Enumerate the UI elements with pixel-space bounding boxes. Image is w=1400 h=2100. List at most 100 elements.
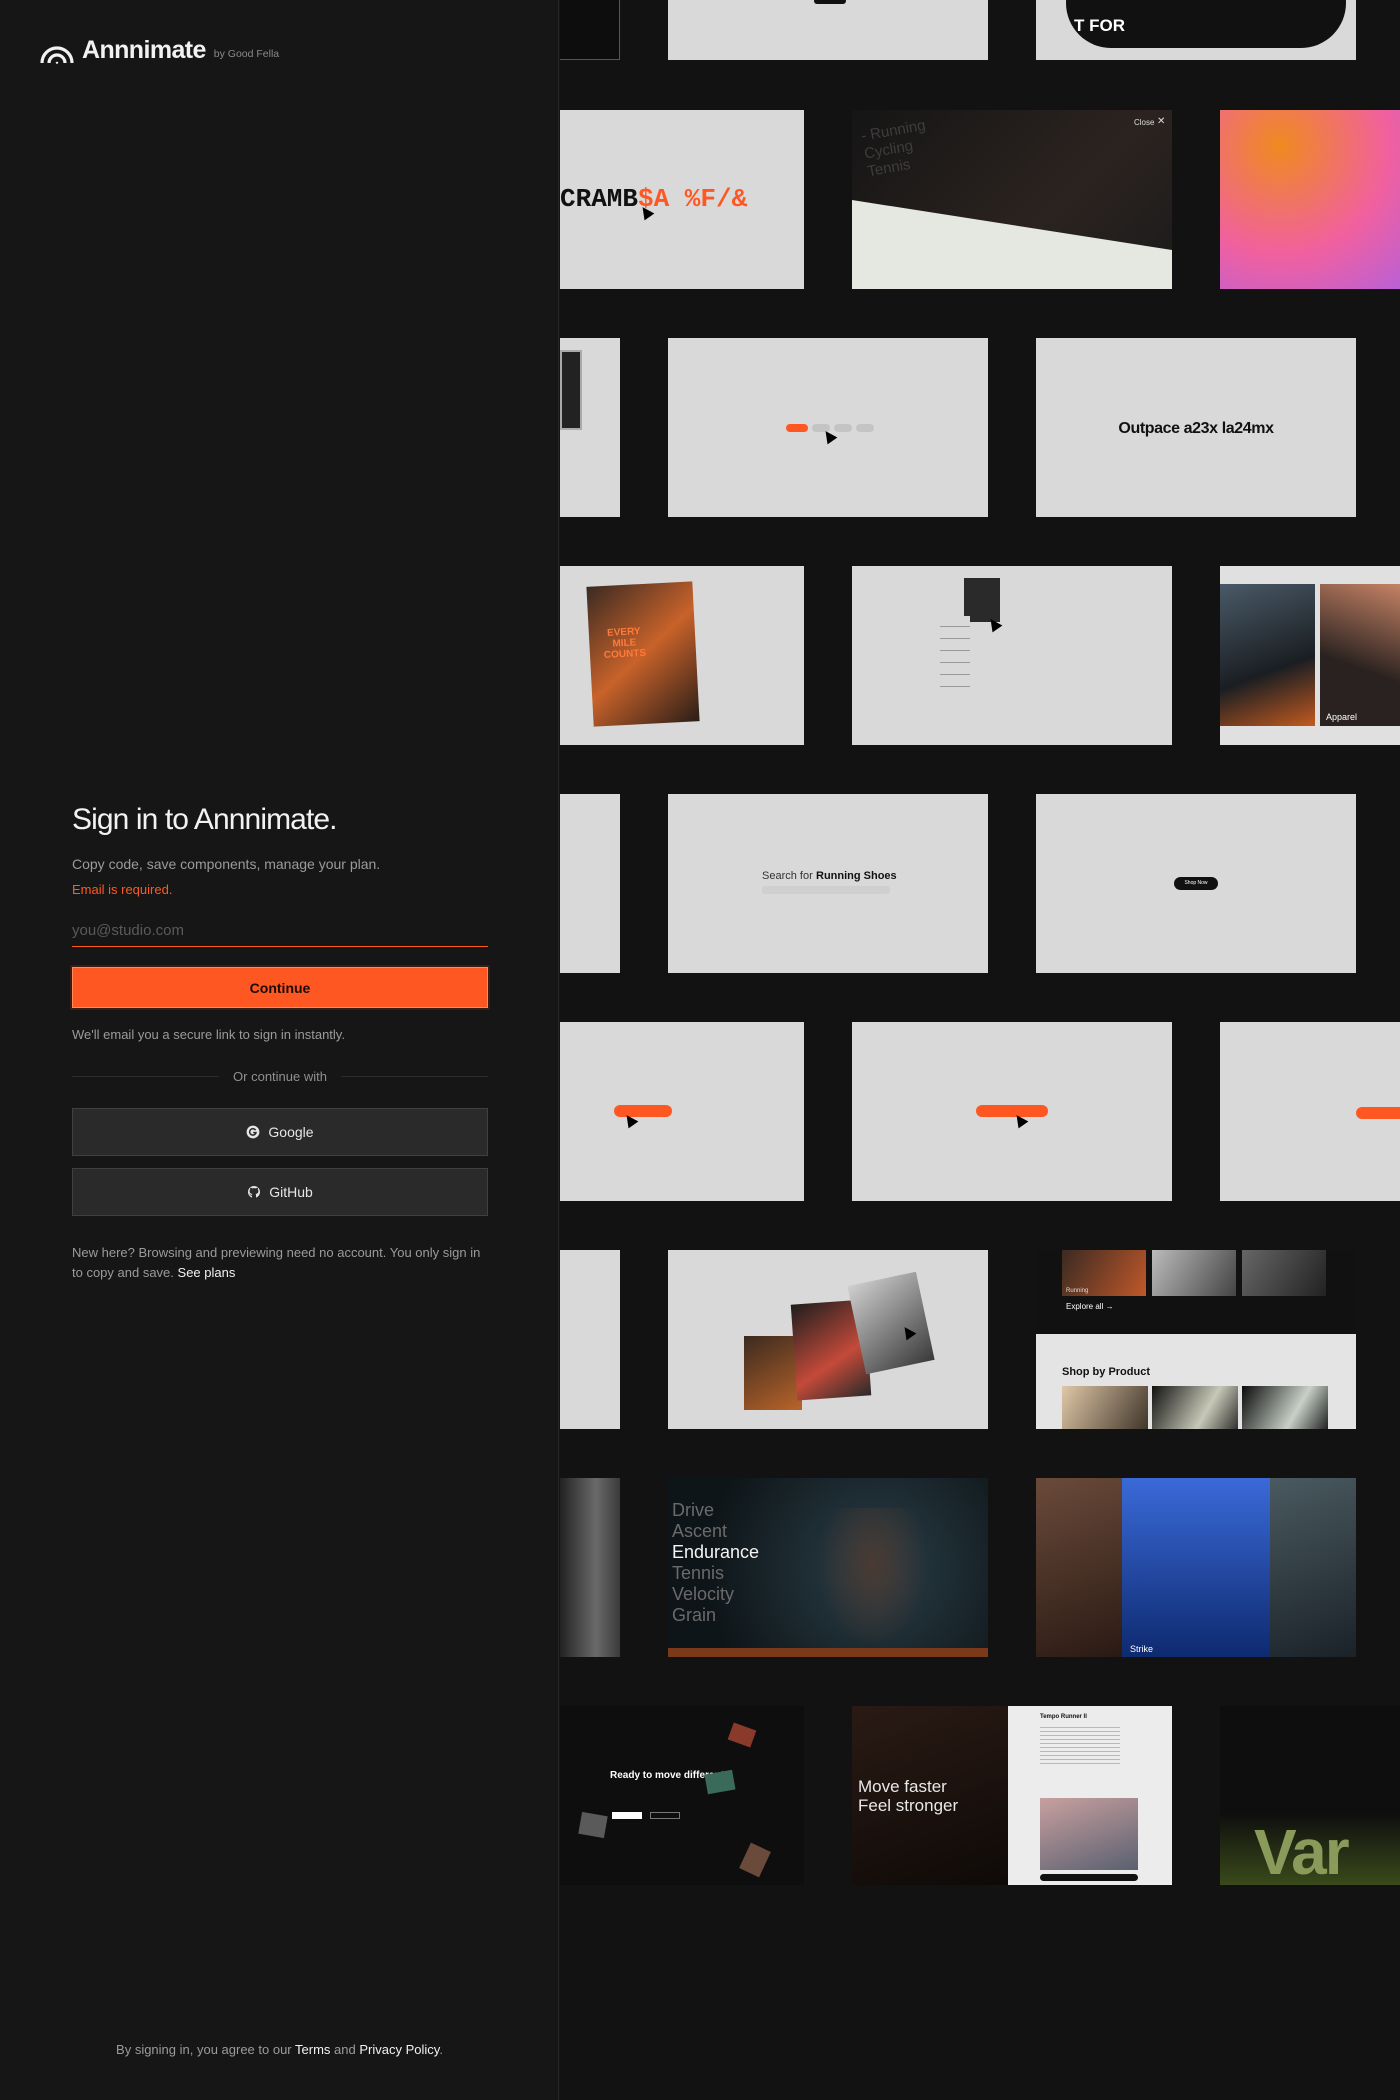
legal-footer: By signing in, you agree to our Terms an…: [0, 2042, 559, 2057]
divider: Or continue with: [72, 1069, 488, 1084]
gallery-tile[interactable]: [560, 1478, 620, 1657]
new-here-note: New here? Browsing and previewing need n…: [72, 1243, 488, 1283]
page-title: Sign in to Annnimate.: [72, 803, 338, 836]
gallery-tile[interactable]: [560, 1022, 804, 1201]
word-item: Ascent: [672, 1521, 728, 1541]
privacy-link[interactable]: Privacy Policy: [359, 2042, 439, 2057]
gallery-tile[interactable]: [1220, 110, 1400, 289]
word-item-active: Endurance: [672, 1542, 760, 1562]
gallery-tile[interactable]: Search for Running Shoes: [668, 794, 988, 973]
list-lines: [940, 616, 970, 696]
image-panel: [1270, 1478, 1356, 1657]
gallery-tile[interactable]: Var: [1220, 1706, 1400, 1885]
image-card: [1062, 1386, 1148, 1429]
signin-panel: Annnimate by Good Fella Sign in to Annni…: [0, 0, 559, 2100]
gallery-tile[interactable]: [668, 338, 988, 517]
apparel-label: Apparel: [1326, 712, 1358, 722]
menu-list: - Running Cycling Tennis: [852, 110, 1012, 210]
magic-link-hint: We'll email you a secure link to sign in…: [72, 1027, 345, 1042]
outpace-text: Outpace a23x la24mx: [1118, 420, 1274, 437]
google-button[interactable]: Google: [72, 1108, 488, 1156]
gallery-tile[interactable]: Ready to move different?: [560, 1706, 804, 1885]
gallery-tile[interactable]: T FOR: [1036, 0, 1356, 60]
image-card: [1242, 1386, 1328, 1429]
mega-menu: Running Explore all →: [1036, 1250, 1356, 1334]
var-text: Var: [1254, 1816, 1350, 1885]
gallery-tile[interactable]: Running Explore all → Shop by Product: [1036, 1250, 1356, 1429]
divider-line: [340, 1076, 488, 1077]
github-label: GitHub: [269, 1184, 313, 1200]
fill-button: [1356, 1107, 1400, 1119]
tab-pill: [834, 424, 852, 432]
google-icon: [247, 1125, 260, 1139]
brand-byline: by Good Fella: [213, 48, 280, 60]
component-gallery: T FOR CRAMB $A %F/& - Running Cycling Te…: [560, 0, 1400, 2100]
product-text-lines: [1040, 1724, 1120, 1764]
fill-button: [976, 1105, 1048, 1117]
continue-button[interactable]: Continue: [72, 967, 488, 1008]
terms-link[interactable]: Terms: [295, 2042, 330, 2057]
image-card: Apparel: [1320, 584, 1400, 726]
github-button[interactable]: GitHub: [72, 1168, 488, 1216]
legal-prefix: By signing in, you agree to our: [116, 2042, 292, 2057]
email-error: Email is required.: [72, 882, 173, 897]
product-image: [1040, 1798, 1138, 1870]
email-field[interactable]: [72, 915, 488, 947]
gallery-tile[interactable]: - Running Cycling Tennis Close ✕: [852, 110, 1172, 289]
floating-image: [739, 1842, 771, 1878]
image-card: [1242, 1250, 1326, 1296]
new-here-text: New here? Browsing and previewing need n…: [72, 1245, 481, 1280]
close-icon: ✕: [1157, 116, 1166, 127]
gallery-tile[interactable]: [668, 0, 988, 60]
github-icon: [248, 1186, 261, 1198]
sheet-panel: [852, 200, 1172, 289]
gallery-tile[interactable]: [560, 0, 620, 60]
word-item: Drive: [672, 1500, 715, 1520]
gallery-tile[interactable]: [852, 1022, 1172, 1201]
search-term: Running Shoes: [816, 870, 897, 882]
image-card: [560, 350, 582, 430]
gallery-tile[interactable]: [852, 566, 1172, 745]
gallery-tile[interactable]: EVERY MILE COUNTS: [560, 566, 804, 745]
word-list: Drive Ascent Endurance Tennis Velocity G…: [672, 1500, 759, 1626]
brand: Annnimate by Good Fella: [40, 36, 279, 64]
image-card: [1220, 584, 1315, 726]
gallery-tile[interactable]: [560, 1250, 620, 1429]
gallery-tile[interactable]: [668, 1250, 988, 1429]
poster-card: EVERY MILE COUNTS: [586, 581, 700, 727]
shop-now-button: Shop Now: [1174, 877, 1218, 890]
scramble-text: CRAMB: [560, 184, 639, 214]
close-label: Close: [1134, 118, 1155, 127]
divider-line: [72, 1076, 220, 1077]
scramble-accent: $A %F/&: [638, 184, 748, 214]
signin-form: Sign in to Annnimate. Copy code, save co…: [72, 800, 488, 1283]
image-card: [1152, 1386, 1238, 1429]
legal-period: .: [439, 2042, 443, 2057]
word-item: Tennis: [672, 1563, 725, 1583]
gallery-tile[interactable]: [1220, 1022, 1400, 1201]
gallery-tile[interactable]: Outpace a23x la24mx: [1036, 338, 1356, 517]
search-prefix: Search for: [762, 870, 813, 882]
brand-name: Annnimate: [82, 36, 206, 64]
pill-button: [814, 0, 846, 4]
see-plans-link[interactable]: See plans: [178, 1265, 236, 1280]
gallery-tile[interactable]: Apparel: [1220, 566, 1400, 745]
headline-line: Feel stronger: [858, 1796, 959, 1815]
gallery-tile[interactable]: [560, 338, 620, 517]
gallery-tile[interactable]: Shop Now: [1036, 794, 1356, 973]
word-item: Grain: [672, 1605, 717, 1625]
image-card: [1152, 1250, 1236, 1296]
tab-pill: [856, 424, 874, 432]
gallery-tile[interactable]: CRAMB $A %F/&: [560, 110, 804, 289]
shop-by-product-heading: Shop by Product: [1062, 1366, 1150, 1378]
gallery-tile[interactable]: Drive Ascent Endurance Tennis Velocity G…: [668, 1478, 988, 1657]
gallery-tile[interactable]: Move faster Feel stronger Tempo Runner I…: [852, 1706, 1172, 1885]
cta-button: [650, 1812, 680, 1819]
gallery-tile[interactable]: Strike: [1036, 1478, 1356, 1657]
image-panel: [1036, 1478, 1122, 1657]
strike-label: Strike: [1130, 1644, 1154, 1654]
search-input: [762, 886, 890, 894]
gallery-tile[interactable]: [560, 794, 620, 973]
word-item: Velocity: [672, 1584, 735, 1604]
tile-text: T FOR: [1074, 16, 1125, 35]
